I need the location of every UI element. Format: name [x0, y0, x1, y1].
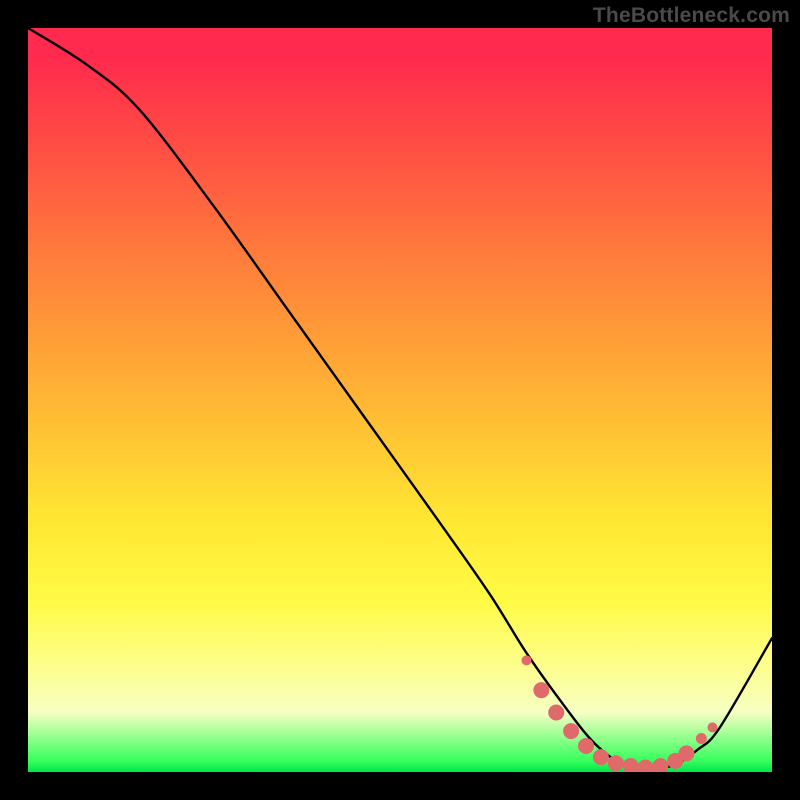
highlight-dot: [707, 722, 717, 732]
highlight-dot: [638, 760, 654, 772]
highlight-dot: [678, 745, 694, 761]
main-curve-path: [28, 28, 772, 768]
chart-frame: TheBottleneck.com: [0, 0, 800, 800]
highlight-dot: [548, 704, 564, 720]
highlight-dot: [563, 723, 579, 739]
plot-area: [28, 28, 772, 772]
highlight-dot: [623, 758, 639, 772]
highlight-dots: [521, 655, 717, 772]
highlight-dot: [696, 733, 707, 744]
highlight-dot: [521, 655, 531, 665]
highlight-dot: [608, 755, 624, 771]
highlight-dot: [593, 749, 609, 765]
highlight-dot: [533, 682, 549, 698]
watermark-label: TheBottleneck.com: [593, 4, 790, 28]
highlight-dot: [652, 758, 668, 772]
curve-layer: [28, 28, 772, 772]
main-curve: [28, 28, 772, 768]
highlight-dot: [578, 738, 594, 754]
